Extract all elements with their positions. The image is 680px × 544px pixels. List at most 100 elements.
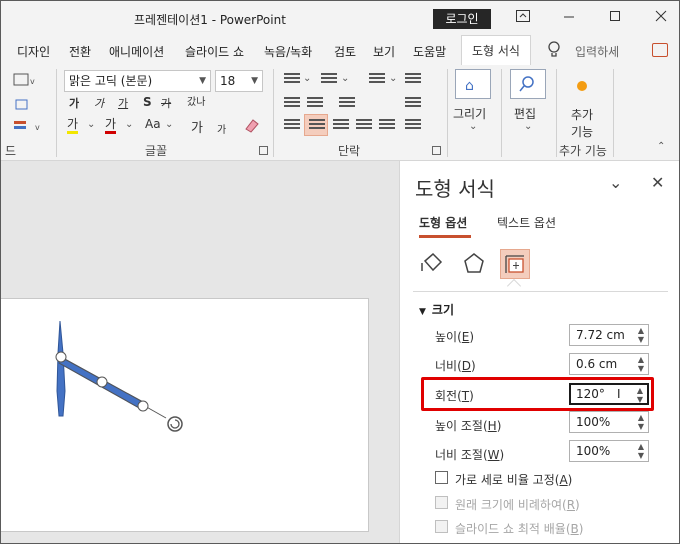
scale-width-input[interactable]: 100% ▲ ▼ [569, 440, 649, 462]
spin-up-icon[interactable]: ▲ [638, 327, 644, 335]
chevron-down-icon[interactable]: ⌄ [524, 121, 532, 132]
spin-down-icon[interactable]: ▼ [638, 423, 644, 431]
spin-up-icon[interactable]: ▲ [638, 356, 644, 364]
spin-up-icon[interactable]: ▲ [638, 443, 644, 451]
maximize-icon[interactable] [601, 7, 629, 29]
rotated-shape[interactable] [1, 299, 369, 533]
tab-text-options[interactable]: 텍스트 옵션 [497, 214, 556, 231]
strikethrough-button[interactable]: 가 [161, 95, 171, 111]
menu-transitions[interactable]: 전환 [69, 43, 91, 60]
line-spacing-icon[interactable] [369, 73, 385, 87]
shadow-button[interactable]: S [143, 95, 152, 109]
justify-icon[interactable] [356, 119, 372, 133]
lock-aspect-ratio-label[interactable]: 가로 세로 비율 고정(A) [455, 471, 572, 488]
grow-font-button[interactable]: 가 [191, 117, 203, 136]
spin-down-icon[interactable]: ▼ [638, 336, 644, 344]
shrink-font-button[interactable]: 가 [217, 121, 226, 136]
scale-height-input[interactable]: 100% ▲ ▼ [569, 411, 649, 433]
decrease-indent-icon[interactable] [284, 97, 300, 111]
clear-formatting-icon[interactable] [243, 117, 261, 136]
drawing-button[interactable]: ⌂ [455, 69, 491, 99]
chevron-down-icon[interactable]: ⌄ [165, 119, 173, 130]
paragraph-dialog-launcher-icon[interactable] [432, 146, 441, 155]
pane-scrollbar[interactable] [668, 301, 676, 541]
align-center-button[interactable] [304, 114, 328, 136]
addin-label-1[interactable]: 추가 [571, 106, 593, 123]
font-size-select[interactable]: 18 ▼ [215, 70, 263, 92]
scale-width-label: 너비 조절(W) [435, 448, 505, 462]
pane-separator [413, 291, 668, 292]
chevron-down-icon[interactable]: ⌄ [303, 73, 311, 84]
align-right-icon[interactable] [333, 119, 349, 133]
numbering-icon[interactable] [321, 73, 337, 87]
fill-line-icon[interactable] [417, 249, 447, 279]
slide-canvas[interactable] [1, 298, 369, 532]
group-label-slides: 드 [5, 144, 17, 158]
chevron-down-icon: ▼ [199, 76, 206, 86]
best-scale-slideshow-label: 슬라이드 쇼 최적 배율(B) [455, 522, 584, 536]
font-dialog-launcher-icon[interactable] [259, 146, 268, 155]
addin-label-2[interactable]: 기능 [571, 123, 593, 140]
pane-options-icon[interactable]: ⌄ [609, 173, 622, 192]
menu-record[interactable]: 녹음/녹화 [264, 43, 312, 60]
spin-down-icon[interactable]: ▼ [638, 365, 644, 373]
chevron-down-icon[interactable]: ⌄ [341, 73, 349, 84]
smartart-icon[interactable] [405, 119, 421, 133]
text-direction-icon[interactable] [405, 73, 421, 87]
chevron-down-icon[interactable]: ⌄ [125, 119, 133, 130]
chevron-down-icon[interactable]: ⌄ [469, 121, 477, 132]
chevron-down-icon[interactable]: ⌄ [87, 119, 95, 130]
editing-button[interactable] [510, 69, 546, 99]
comment-icon[interactable] [652, 43, 668, 57]
height-input[interactable]: 7.72 cm ▲ ▼ [569, 324, 649, 346]
layout-icon[interactable]: v [13, 73, 35, 90]
italic-button[interactable]: 가 [94, 95, 104, 111]
underline-button[interactable]: 가 [118, 95, 128, 111]
addin-icon[interactable] [577, 81, 587, 91]
menu-slideshow[interactable]: 슬라이드 쇼 [185, 43, 244, 60]
highlight-box [421, 377, 654, 411]
minimize-icon[interactable] [555, 7, 583, 29]
close-window-icon[interactable] [647, 7, 675, 29]
menu-review[interactable]: 검토 [334, 43, 356, 60]
menu-animations[interactable]: 애니메이션 [109, 43, 164, 60]
close-icon[interactable]: ✕ [651, 173, 664, 192]
increase-indent-icon[interactable] [307, 97, 323, 111]
align-text-icon[interactable] [405, 97, 421, 111]
chevron-down-icon[interactable]: ⌄ [389, 73, 397, 84]
reset-icon[interactable] [15, 97, 29, 114]
login-button[interactable]: 로그인 [433, 9, 491, 29]
highlight-color-button[interactable]: 가 [67, 117, 79, 134]
ribbon-display-icon[interactable] [509, 7, 537, 29]
menu-design[interactable]: 디자인 [17, 43, 50, 60]
section-icon[interactable]: v [13, 119, 43, 136]
spin-up-icon[interactable]: ▲ [638, 414, 644, 422]
font-name-select[interactable]: 맑은 고딕 (본문) ▼ [64, 70, 211, 92]
columns-icon[interactable] [339, 97, 355, 111]
ribbon-separator [273, 69, 274, 157]
drawing-label[interactable]: 그리기 [453, 105, 486, 122]
lock-aspect-ratio-checkbox[interactable] [435, 471, 448, 484]
width-input[interactable]: 0.6 cm ▲ ▼ [569, 353, 649, 375]
align-center-icon [309, 119, 325, 133]
effects-icon[interactable] [459, 249, 489, 279]
window-title: 프레젠테이션1 - PowerPoint [134, 13, 286, 27]
tab-shape-options[interactable]: 도형 옵션 [419, 214, 467, 231]
change-case-button[interactable]: Aa [145, 117, 161, 131]
menu-shape-format[interactable]: 도형 서식 [461, 35, 531, 65]
align-left-icon[interactable] [284, 119, 300, 133]
size-section-header[interactable]: ▼ 크기 [419, 301, 454, 318]
char-spacing-button[interactable]: 갔나 [187, 93, 205, 108]
collapse-ribbon-icon[interactable]: ⌃ [657, 141, 665, 152]
bold-button[interactable]: 가 [69, 95, 79, 111]
lightbulb-icon[interactable] [547, 41, 561, 59]
size-properties-icon[interactable] [500, 249, 530, 279]
font-color-button[interactable]: 가 [105, 117, 117, 134]
bullets-icon[interactable] [284, 73, 300, 87]
menu-help[interactable]: 도움말 [413, 43, 446, 60]
tell-me-input[interactable]: 입력하세 [575, 43, 619, 60]
spin-down-icon[interactable]: ▼ [638, 452, 644, 460]
distributed-icon[interactable] [379, 119, 395, 133]
menu-view[interactable]: 보기 [373, 43, 395, 60]
editing-label[interactable]: 편집 [514, 105, 536, 122]
